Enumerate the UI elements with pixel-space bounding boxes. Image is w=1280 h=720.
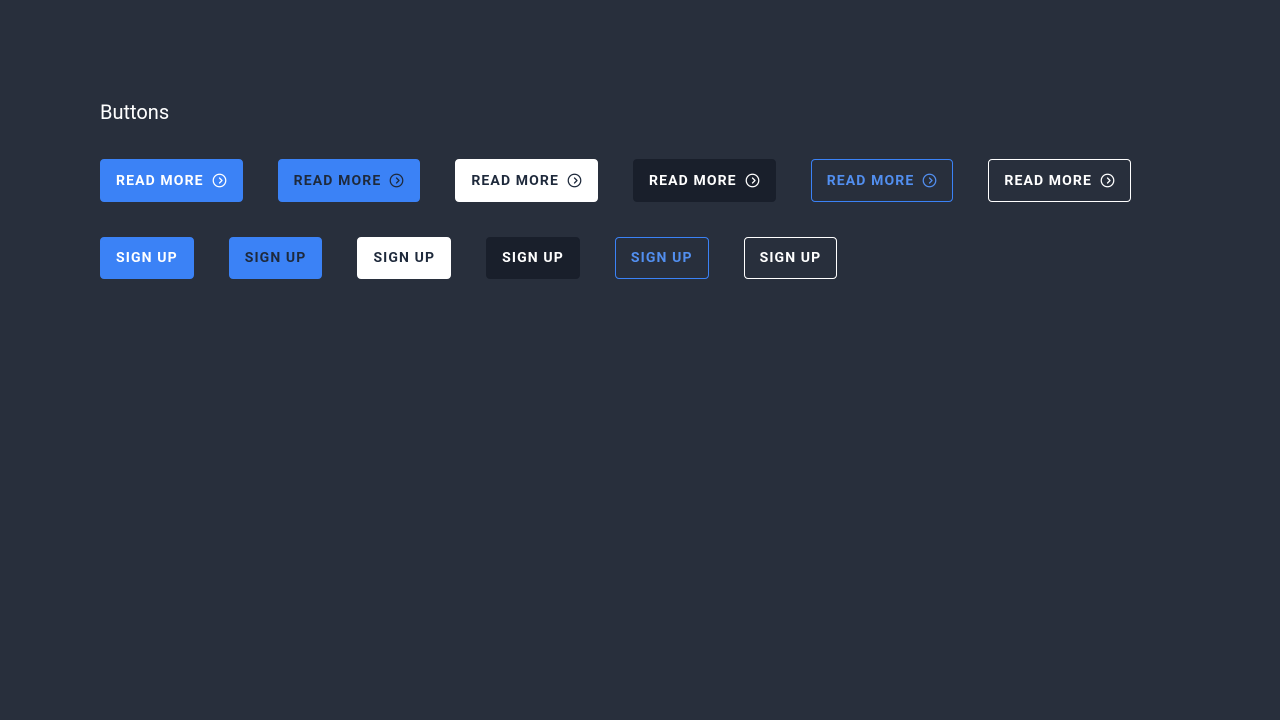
button-label: Read More bbox=[649, 174, 737, 188]
sign-up-button-primary[interactable]: Sign Up bbox=[100, 237, 194, 279]
button-label: Read More bbox=[116, 174, 204, 188]
read-more-button-dark[interactable]: Read More bbox=[633, 159, 776, 202]
button-label: Read More bbox=[1004, 174, 1092, 188]
arrow-right-circle-icon bbox=[745, 173, 760, 188]
sign-up-button-primary-dark[interactable]: Sign Up bbox=[229, 237, 323, 279]
read-more-button-primary-dark[interactable]: Read More bbox=[278, 159, 421, 202]
button-label: Read More bbox=[294, 174, 382, 188]
sign-up-button-outline-blue[interactable]: Sign Up bbox=[615, 237, 709, 279]
arrow-right-circle-icon bbox=[212, 173, 227, 188]
sign-up-button-outline-white[interactable]: Sign Up bbox=[744, 237, 838, 279]
arrow-right-circle-icon bbox=[922, 173, 937, 188]
read-more-button-primary[interactable]: Read More bbox=[100, 159, 243, 202]
button-label: Sign Up bbox=[760, 251, 822, 265]
button-label: Sign Up bbox=[245, 251, 307, 265]
sign-up-button-dark[interactable]: Sign Up bbox=[486, 237, 580, 279]
button-label: Sign Up bbox=[373, 251, 435, 265]
arrow-right-circle-icon bbox=[567, 173, 582, 188]
button-row-readmore: Read More Read More Read More Read More … bbox=[100, 159, 1180, 202]
button-label: Read More bbox=[827, 174, 915, 188]
read-more-button-white[interactable]: Read More bbox=[455, 159, 598, 202]
section-title: Buttons bbox=[100, 100, 1180, 124]
sign-up-button-white[interactable]: Sign Up bbox=[357, 237, 451, 279]
arrow-right-circle-icon bbox=[1100, 173, 1115, 188]
read-more-button-outline-white[interactable]: Read More bbox=[988, 159, 1131, 202]
arrow-right-circle-icon bbox=[389, 173, 404, 188]
read-more-button-outline-blue[interactable]: Read More bbox=[811, 159, 954, 202]
button-label: Sign Up bbox=[631, 251, 693, 265]
button-label: Sign Up bbox=[116, 251, 178, 265]
button-label: Read More bbox=[471, 174, 559, 188]
button-label: Sign Up bbox=[502, 251, 564, 265]
button-row-signup: Sign Up Sign Up Sign Up Sign Up Sign Up … bbox=[100, 237, 1180, 279]
